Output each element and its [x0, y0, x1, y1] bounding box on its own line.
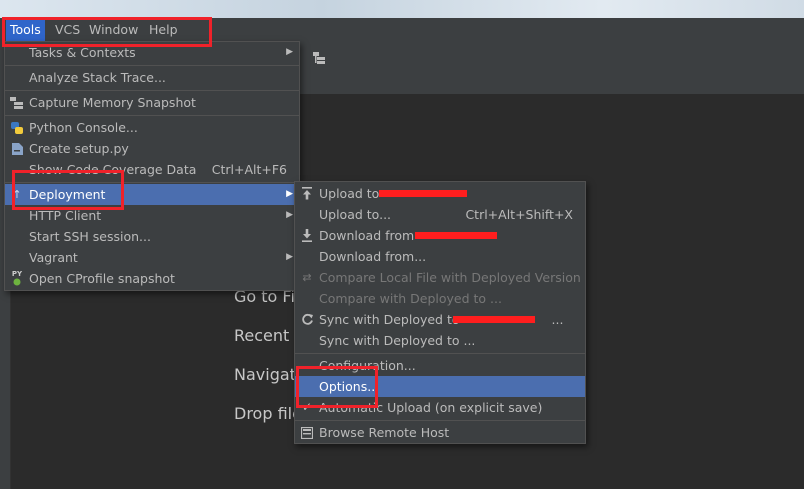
menu-item-label: Automatic Upload (on explicit save)	[319, 400, 543, 415]
menu-item-show-code-coverage[interactable]: Show Code Coverage Data Ctrl+Alt+F6	[5, 159, 299, 180]
menu-item-download-from-ellipsis[interactable]: Download from...	[295, 246, 585, 267]
redaction-mark	[415, 232, 497, 239]
menu-item-automatic-upload[interactable]: ✓ Automatic Upload (on explicit save)	[295, 397, 585, 418]
checkmark-icon: ✓	[301, 400, 313, 414]
file-icon	[9, 141, 25, 156]
redaction-mark	[379, 190, 467, 197]
menu-item-label: Capture Memory Snapshot	[29, 95, 196, 110]
menu-item-start-ssh-session[interactable]: Start SSH session...	[5, 226, 299, 247]
menu-item-label: Compare Local File with Deployed Version	[319, 270, 581, 285]
menu-item-sync-with-deployed-ellipsis[interactable]: Sync with Deployed to ...	[295, 330, 585, 351]
menu-separator	[295, 353, 585, 354]
menu-item-label: Create setup.py	[29, 141, 129, 156]
menu-item-capture-memory-snapshot[interactable]: Capture Memory Snapshot	[5, 92, 299, 113]
python-icon	[9, 120, 25, 135]
redaction-mark	[453, 316, 535, 323]
menu-item-label: Options...	[319, 379, 380, 394]
menu-item-label: Vagrant	[29, 250, 78, 265]
menu-item-browse-remote-host[interactable]: Browse Remote Host	[295, 422, 585, 443]
menu-window[interactable]: Window	[85, 18, 142, 42]
remote-host-icon	[299, 425, 315, 440]
menu-bar: Tools VCS Window Help	[0, 18, 804, 42]
menu-separator	[5, 90, 299, 91]
menu-item-label: Analyze Stack Trace...	[29, 70, 166, 85]
menu-item-tasks-contexts[interactable]: Tasks & Contexts ▶	[5, 42, 299, 63]
menu-item-options[interactable]: Options...	[295, 376, 585, 397]
menu-item-label: Tasks & Contexts	[29, 45, 136, 60]
menu-item-create-setup-py[interactable]: Create setup.py	[5, 138, 299, 159]
menu-item-label-suffix: ...	[551, 312, 564, 327]
menu-item-compare-local-file[interactable]: ⇄ Compare Local File with Deployed Versi…	[295, 267, 585, 288]
menu-item-label: Start SSH session...	[29, 229, 151, 244]
menu-item-label: Deployment	[29, 187, 106, 202]
menu-item-deployment[interactable]: ↑ Deployment ▶	[5, 184, 299, 205]
menu-item-label: Configuration...	[319, 358, 416, 373]
sync-icon	[299, 312, 315, 327]
download-icon	[299, 228, 315, 243]
submenu-arrow-icon: ▶	[286, 210, 293, 220]
tools-dropdown-menu: Tasks & Contexts ▶ Analyze Stack Trace..…	[4, 41, 300, 291]
menu-help[interactable]: Help	[145, 18, 182, 42]
menu-separator	[295, 420, 585, 421]
compare-icon: ⇄	[302, 271, 312, 284]
menu-item-label: Show Code Coverage Data	[29, 162, 197, 177]
menu-item-upload-to-ellipsis[interactable]: Upload to... Ctrl+Alt+Shift+X	[295, 204, 585, 225]
desktop-background-strip	[0, 0, 804, 18]
menu-item-shortcut: Ctrl+Alt+F6	[211, 162, 287, 177]
menu-item-label: Compare with Deployed to ...	[319, 291, 502, 306]
menu-vcs[interactable]: VCS	[51, 18, 84, 42]
menu-item-download-from-server[interactable]: Download from	[295, 225, 585, 246]
submenu-arrow-icon: ▶	[286, 252, 293, 262]
memory-snapshot-icon	[9, 95, 25, 110]
menu-item-label: Sync with Deployed to ...	[319, 333, 476, 348]
menu-item-analyze-stack-trace[interactable]: Analyze Stack Trace...	[5, 67, 299, 88]
menu-item-label-text: Sync with Deployed to	[319, 312, 460, 327]
cprofile-icon: PY	[9, 271, 25, 286]
menu-item-configuration[interactable]: Configuration...	[295, 355, 585, 376]
menu-item-label: Open CProfile snapshot	[29, 271, 175, 286]
upload-arrow-icon: ↑	[12, 188, 22, 201]
menu-item-upload-to-server[interactable]: Upload to	[295, 183, 585, 204]
menu-separator	[5, 115, 299, 116]
menu-item-label: Download from...	[319, 249, 427, 264]
structure-icon[interactable]	[312, 51, 328, 65]
hint-navigation-bar: Navigat	[234, 365, 296, 384]
submenu-arrow-icon: ▶	[286, 47, 293, 57]
menu-item-label: Upload to...	[319, 207, 392, 222]
deployment-submenu: Upload to Upload to... Ctrl+Alt+Shift+X …	[294, 181, 586, 444]
cprofile-icon-text: PY	[11, 270, 23, 278]
menu-item-vagrant[interactable]: Vagrant ▶	[5, 247, 299, 268]
menu-item-shortcut: Ctrl+Alt+Shift+X	[465, 207, 573, 222]
menu-tools[interactable]: Tools	[6, 18, 45, 42]
menu-item-sync-with-deployed-server[interactable]: Sync with Deployed to...	[295, 309, 585, 330]
menu-item-compare-with-deployed[interactable]: Compare with Deployed to ...	[295, 288, 585, 309]
hint-drop-files: Drop file	[234, 404, 302, 423]
menu-item-label: Upload to	[319, 186, 380, 201]
menu-item-python-console[interactable]: Python Console...	[5, 117, 299, 138]
menu-item-label: Download from	[319, 228, 415, 243]
submenu-arrow-icon: ▶	[286, 189, 293, 199]
menu-item-http-client[interactable]: HTTP Client ▶	[5, 205, 299, 226]
menu-separator	[5, 182, 299, 183]
upload-icon	[299, 186, 315, 201]
menu-separator	[5, 65, 299, 66]
menu-item-open-cprofile-snapshot[interactable]: PY Open CProfile snapshot	[5, 268, 299, 289]
menu-item-label: HTTP Client	[29, 208, 102, 223]
menu-item-label: Python Console...	[29, 120, 138, 135]
menu-item-label: Browse Remote Host	[319, 425, 450, 440]
